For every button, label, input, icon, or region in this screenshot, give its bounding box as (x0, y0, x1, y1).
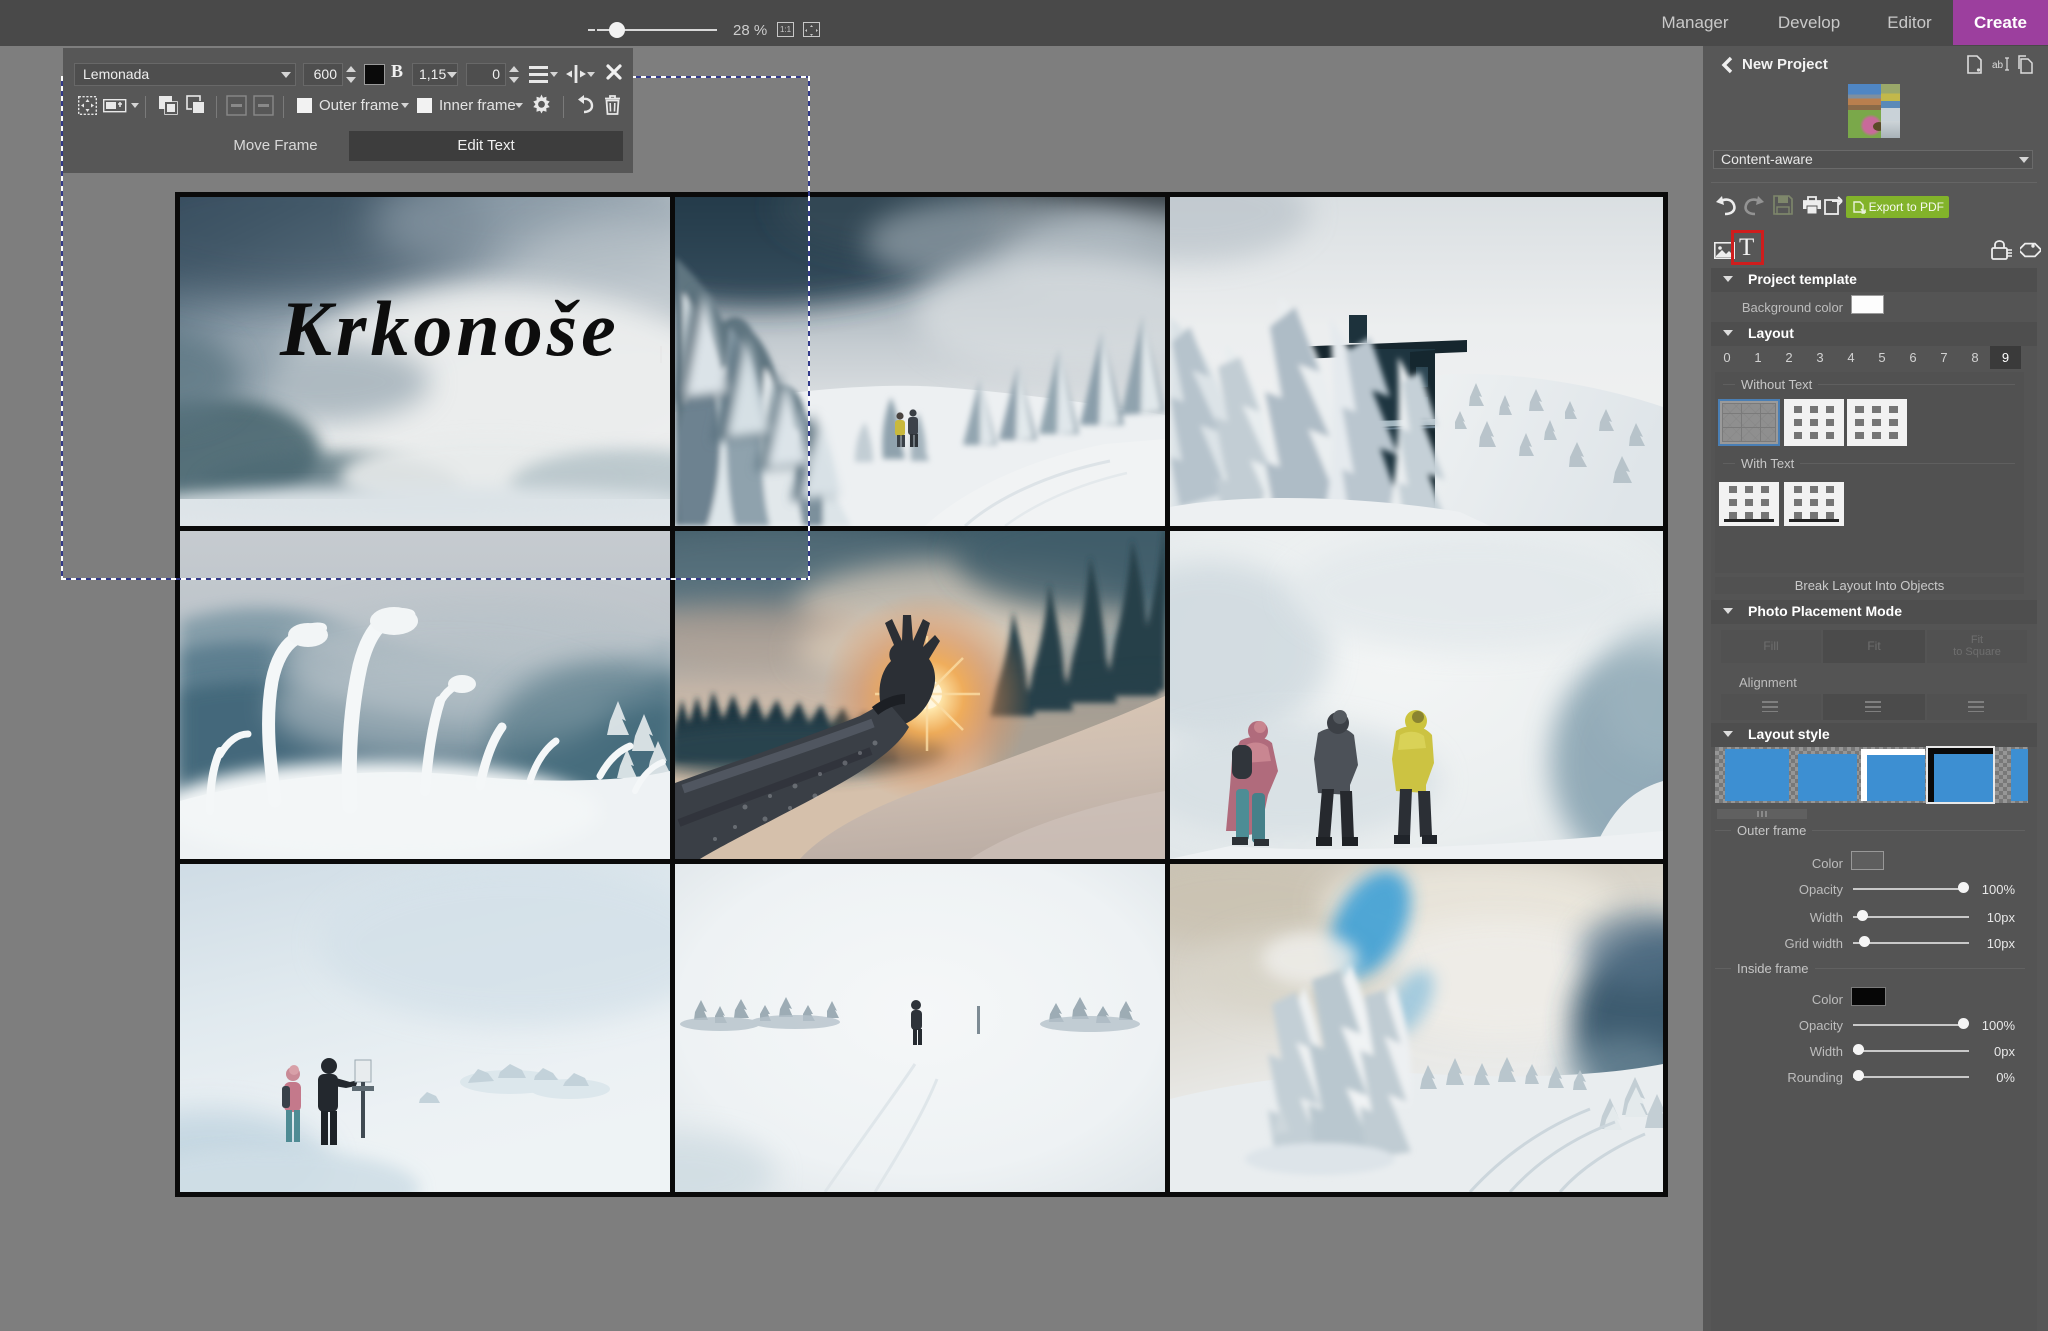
svg-text:ab: ab (1992, 60, 2004, 71)
